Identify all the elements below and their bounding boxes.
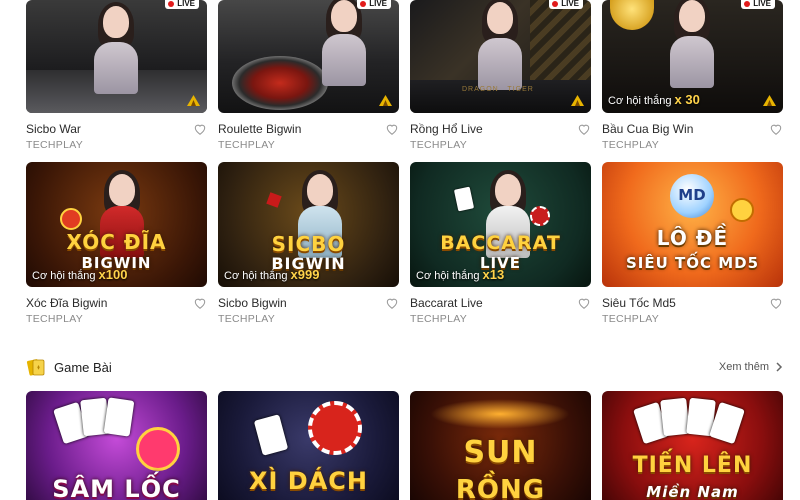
game-title[interactable]: Xóc Đĩa Bigwin: [26, 296, 107, 310]
art-title: SUN: [463, 435, 538, 470]
game-card-baccarat-live[interactable]: BACCARAT LIVE Cơ hội thắng x13 Baccarat …: [410, 162, 591, 325]
dealer-badge-icon: [187, 95, 200, 106]
game-thumbnail[interactable]: LIVE: [218, 0, 399, 113]
game-thumbnail[interactable]: DRAGON TIGER LIVE: [410, 0, 591, 113]
game-card-xi-dach[interactable]: XÌ DÁCH: [218, 391, 399, 500]
table-print: DRAGON TIGER: [462, 86, 534, 93]
see-more-link[interactable]: Xem thêm: [719, 361, 783, 373]
favorite-heart-icon[interactable]: [769, 122, 783, 136]
game-thumbnail[interactable]: TIẾN LÊN Miền Nam: [602, 391, 783, 500]
game-title[interactable]: Roulette Bigwin: [218, 122, 301, 136]
game-card-sieu-toc-md5[interactable]: MD LÔ ĐỀ SIÊU TỐC MD5 Siêu Tốc Md5 TECHP…: [602, 162, 783, 325]
game-card-sicbo-war[interactable]: LIVE Sicbo War TECHPLAY: [26, 0, 207, 151]
favorite-heart-icon[interactable]: [193, 296, 207, 310]
game-card-sicbo-bigwin[interactable]: SICBO BIGWIN Cơ hội thắng x999 Sicbo Big…: [218, 162, 399, 325]
game-title[interactable]: Sicbo Bigwin: [218, 296, 287, 310]
live-badge: LIVE: [165, 0, 199, 9]
game-thumbnail[interactable]: XÌ DÁCH: [218, 391, 399, 500]
game-thumbnail[interactable]: SICBO BIGWIN Cơ hội thắng x999: [218, 162, 399, 287]
game-thumbnail[interactable]: LIVE: [26, 0, 207, 113]
game-thumbnail[interactable]: SUN RỒNG: [410, 391, 591, 500]
win-chance-label: Cơ hội thắng x 30: [608, 92, 700, 107]
game-card-tien-len-mien-nam[interactable]: TIẾN LÊN Miền Nam: [602, 391, 783, 500]
live-badge: LIVE: [357, 0, 391, 9]
section-header-game-bai: Game Bài Xem thêm: [26, 356, 783, 378]
game-thumbnail[interactable]: SÂM LỐC: [26, 391, 207, 500]
dealer-badge-icon: [763, 95, 776, 106]
game-title[interactable]: Baccarat Live: [410, 296, 483, 310]
art-title: XÌ DÁCH: [249, 467, 368, 495]
art-title: SÂM LỐC: [52, 475, 181, 500]
game-provider: TECHPLAY: [410, 313, 468, 325]
dealer-badge-icon: [571, 95, 584, 106]
dealer-badge-icon: [379, 95, 392, 106]
game-provider: TECHPLAY: [602, 313, 660, 325]
win-chance-label: Cơ hội thắng x999: [224, 267, 320, 282]
game-provider: TECHPLAY: [26, 139, 84, 151]
md-badge: MD: [678, 186, 706, 204]
roulette-wheel: [232, 56, 328, 110]
game-thumbnail[interactable]: MD LÔ ĐỀ SIÊU TỐC MD5: [602, 162, 783, 287]
art-title: BACCARAT: [440, 232, 561, 254]
favorite-heart-icon[interactable]: [577, 122, 591, 136]
win-chance-label: Cơ hội thắng x13: [416, 267, 505, 282]
game-title[interactable]: Siêu Tốc Md5: [602, 296, 676, 310]
game-title[interactable]: Bầu Cua Big Win: [602, 122, 693, 136]
game-card-rong-ho-live[interactable]: DRAGON TIGER LIVE Rồng Hổ Live TECHPLAY: [410, 0, 591, 151]
game-card-roulette-bigwin[interactable]: LIVE Roulette Bigwin TECHPLAY: [218, 0, 399, 151]
art-title: XÓC ĐĨA: [66, 230, 167, 254]
game-provider: TECHPLAY: [602, 139, 660, 151]
game-provider: TECHPLAY: [26, 313, 84, 325]
win-chance-label: Cơ hội thắng x100: [32, 267, 128, 282]
art-title: LÔ ĐỀ: [656, 226, 729, 250]
art-title: TIẾN LÊN: [632, 453, 753, 478]
game-title[interactable]: Rồng Hổ Live: [410, 122, 483, 136]
favorite-heart-icon[interactable]: [769, 296, 783, 310]
art-subtitle: RỒNG: [455, 475, 546, 500]
game-card-sun-rong[interactable]: SUN RỒNG: [410, 391, 591, 500]
see-more-label: Xem thêm: [718, 361, 769, 373]
game-provider: TECHPLAY: [218, 139, 276, 151]
chevron-right-icon: [776, 362, 783, 372]
game-thumbnail[interactable]: BACCARAT LIVE Cơ hội thắng x13: [410, 162, 591, 287]
favorite-heart-icon[interactable]: [385, 122, 399, 136]
section-title: Game Bài: [54, 359, 112, 375]
game-provider: TECHPLAY: [410, 139, 468, 151]
favorite-heart-icon[interactable]: [385, 296, 399, 310]
game-title[interactable]: Sicbo War: [26, 122, 81, 136]
art-title: SICBO: [271, 232, 346, 256]
game-thumbnail[interactable]: LIVE Cơ hội thắng x 30: [602, 0, 783, 113]
art-subtitle: SIÊU TỐC MD5: [625, 254, 760, 272]
game-card-bau-cua-big-win[interactable]: LIVE Cơ hội thắng x 30 Bầu Cua Big Win T…: [602, 0, 783, 151]
game-card-xoc-dia-bigwin[interactable]: XÓC ĐĨA BIGWIN Cơ hội thắng x100 Xóc Đĩa…: [26, 162, 207, 325]
live-badge: LIVE: [549, 0, 583, 9]
game-card-sam-loc[interactable]: SÂM LỐC: [26, 391, 207, 500]
favorite-heart-icon[interactable]: [193, 122, 207, 136]
card-game-section-icon: [26, 359, 45, 376]
live-badge: LIVE: [741, 0, 775, 9]
favorite-heart-icon[interactable]: [577, 296, 591, 310]
game-thumbnail[interactable]: XÓC ĐĨA BIGWIN Cơ hội thắng x100: [26, 162, 207, 287]
game-provider: TECHPLAY: [218, 313, 276, 325]
art-subtitle: Miền Nam: [646, 483, 739, 500]
